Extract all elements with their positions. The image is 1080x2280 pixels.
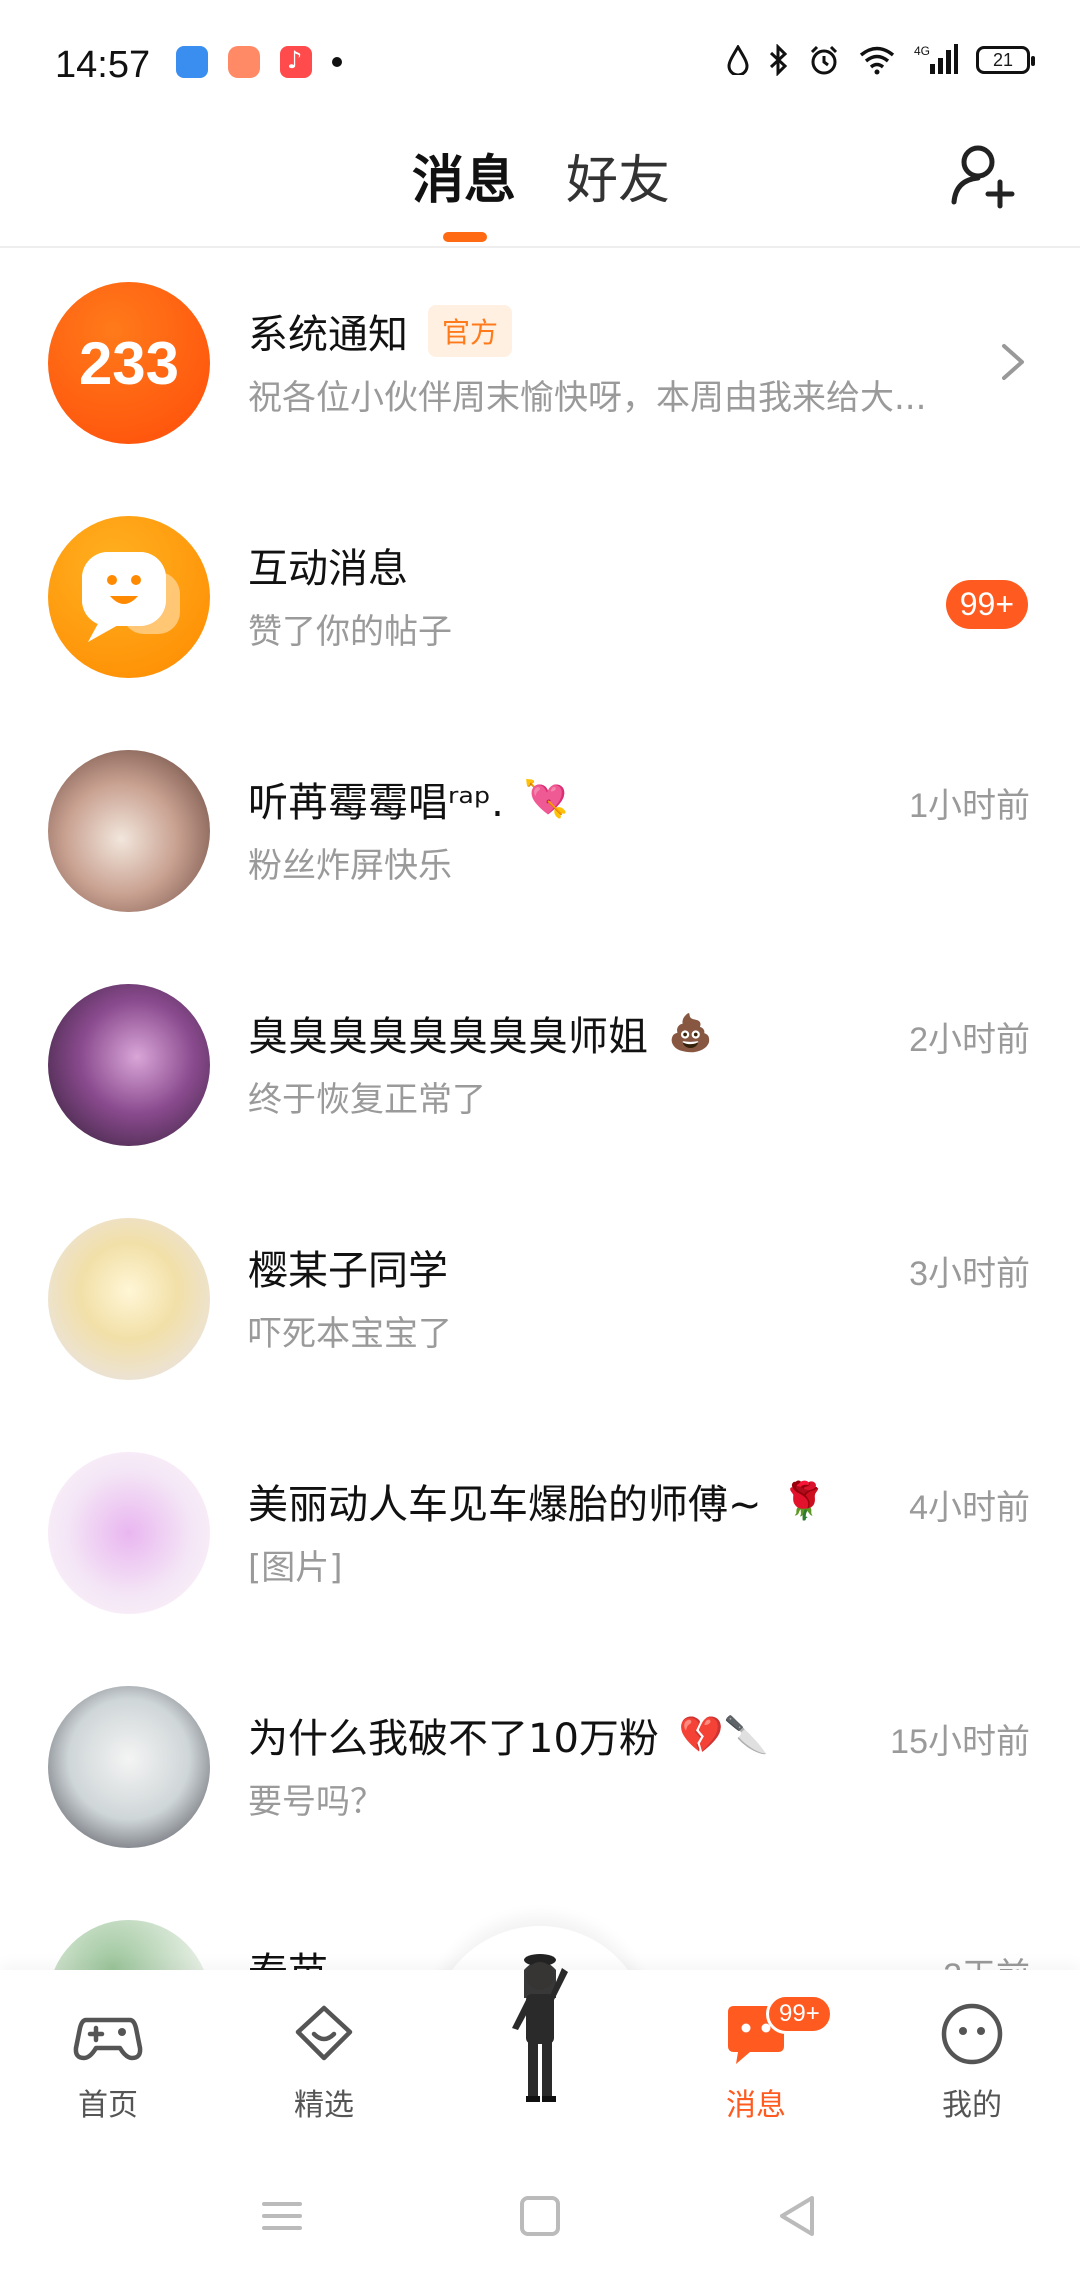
official-badge: 官方	[428, 305, 513, 357]
conversation-row[interactable]: 樱某子同学 吓死本宝宝了 3小时前	[0, 1186, 1080, 1420]
conversation-row[interactable]: 美丽动人车见车爆胎的师傅~ 🌹 [图片] 4小时前	[0, 1420, 1080, 1654]
conversation-time: 1小时前	[909, 787, 1030, 825]
conversation-time: 4小时前	[909, 1489, 1030, 1527]
user-avatar	[48, 1452, 210, 1614]
alarm-icon	[810, 45, 838, 75]
character-figure-icon[interactable]	[498, 1938, 582, 2108]
conversation-preview: [图片]	[248, 1548, 343, 1588]
interaction-avatar	[48, 516, 210, 678]
app-notification-icon	[176, 46, 208, 78]
conversation-preview: 吓死本宝宝了	[248, 1314, 452, 1354]
header: 消息 好友	[0, 120, 1080, 248]
conversation-row[interactable]: 臭臭臭臭臭臭臭臭师姐 💩 终于恢复正常了 2小时前	[0, 952, 1080, 1186]
conversation-row[interactable]: 233 系统通知 官方 祝各位小伙伴周末愉快呀，本周由我来给大...	[0, 250, 1080, 484]
conversation-preview: 粉丝炸屏快乐	[248, 846, 452, 886]
conversation-time: 2天前	[943, 1948, 1030, 1970]
user-avatar	[48, 1218, 210, 1380]
name-emoji: 💔🔪	[678, 1715, 769, 1756]
conversation-row[interactable]: 为什么我破不了10万粉 💔🔪 要号吗？ 15小时前	[0, 1654, 1080, 1888]
game-notification-icon	[228, 46, 260, 78]
more-notifications-dot	[332, 57, 342, 67]
conversation-preview: 终于恢复正常了	[248, 1080, 486, 1120]
signal-icon: 4G	[914, 44, 958, 74]
avatar-logo-text: 233	[78, 329, 180, 397]
gamepad-icon	[73, 2017, 143, 2061]
conversation-name: 美丽动人车见车爆胎的师傅~	[248, 1482, 762, 1528]
nav-home[interactable]: 首页	[28, 1998, 188, 2124]
nav-label: 消息	[726, 2088, 786, 2123]
face-icon	[941, 2003, 1003, 2065]
heart-chat-icon	[295, 2005, 353, 2061]
user-avatar	[48, 1686, 210, 1848]
music-notification-icon	[280, 46, 312, 78]
status-bar: 14:57 4G 21	[0, 0, 1080, 120]
menu-icon[interactable]	[252, 2186, 312, 2246]
battery-indicator: 21	[976, 46, 1035, 74]
tab-friends[interactable]: 好友	[566, 138, 670, 213]
nav-profile[interactable]: 我的	[892, 1998, 1052, 2124]
conversation-name: 互动消息	[248, 546, 408, 592]
conversation-name: 系统通知	[248, 312, 408, 358]
bluetooth-icon	[769, 44, 788, 76]
user-avatar	[48, 984, 210, 1146]
chat-bubble-icon	[82, 552, 180, 642]
nav-label: 精选	[294, 2088, 354, 2123]
conversation-time: 3小时前	[909, 1255, 1030, 1293]
nav-label: 首页	[78, 2088, 138, 2123]
tab-messages[interactable]: 消息	[412, 138, 516, 213]
status-app-icons	[176, 46, 342, 78]
conversation-name: 为什么我破不了10万粉	[248, 1716, 659, 1762]
conversation-name: 樱某子同学	[248, 1248, 448, 1294]
back-icon[interactable]	[768, 2186, 828, 2246]
user-avatar	[48, 750, 210, 912]
drop-icon	[727, 45, 749, 75]
status-time: 14:57	[55, 44, 151, 86]
user-avatar	[48, 1920, 210, 1970]
system-navigation-bar	[0, 2150, 1080, 2280]
home-square-icon[interactable]	[510, 2186, 570, 2246]
status-indicators: 4G 21	[726, 44, 1035, 76]
name-emoji: 💘	[523, 779, 569, 820]
nav-messages[interactable]: 99+ 消息	[676, 1994, 836, 2124]
conversation-list[interactable]: 233 系统通知 官方 祝各位小伙伴周末愉快呀，本周由我来给大... 互动消息 …	[0, 250, 1080, 1970]
name-emoji: 💩	[668, 1013, 713, 1054]
conversation-row[interactable]: 听苒霉霉唱ʳᵃᵖ. 💘 粉丝炸屏快乐 1小时前	[0, 718, 1080, 952]
conversation-time: 2小时前	[909, 1021, 1030, 1059]
conversation-name: 臭臭臭臭臭臭臭臭师姐	[248, 1014, 648, 1060]
chevron-right-icon	[1002, 344, 1024, 380]
conversation-name: 听苒霉霉唱ʳᵃᵖ.	[248, 780, 504, 826]
conversation-row[interactable]: 互动消息 赞了你的帖子 99+	[0, 484, 1080, 718]
network-type: 4G	[914, 44, 930, 58]
tab-indicator	[443, 232, 487, 242]
conversation-preview: 祝各位小伙伴周末愉快呀，本周由我来给大...	[248, 378, 927, 418]
conversation-name: 泰苗	[248, 1940, 328, 1970]
wifi-icon	[859, 46, 895, 75]
name-emoji: 🌹	[781, 1481, 827, 1522]
system-avatar: 233	[48, 282, 210, 444]
nav-featured[interactable]: 精选	[244, 1998, 404, 2124]
unread-badge: 99+	[945, 580, 1028, 629]
conversation-time: 15小时前	[890, 1723, 1030, 1761]
conversation-preview: 赞了你的帖子	[248, 612, 452, 652]
nav-label: 我的	[942, 2088, 1002, 2123]
nav-unread-badge: 99+	[766, 1994, 833, 2034]
conversation-preview: 要号吗？	[248, 1782, 384, 1822]
add-friend-icon[interactable]	[950, 140, 1020, 210]
